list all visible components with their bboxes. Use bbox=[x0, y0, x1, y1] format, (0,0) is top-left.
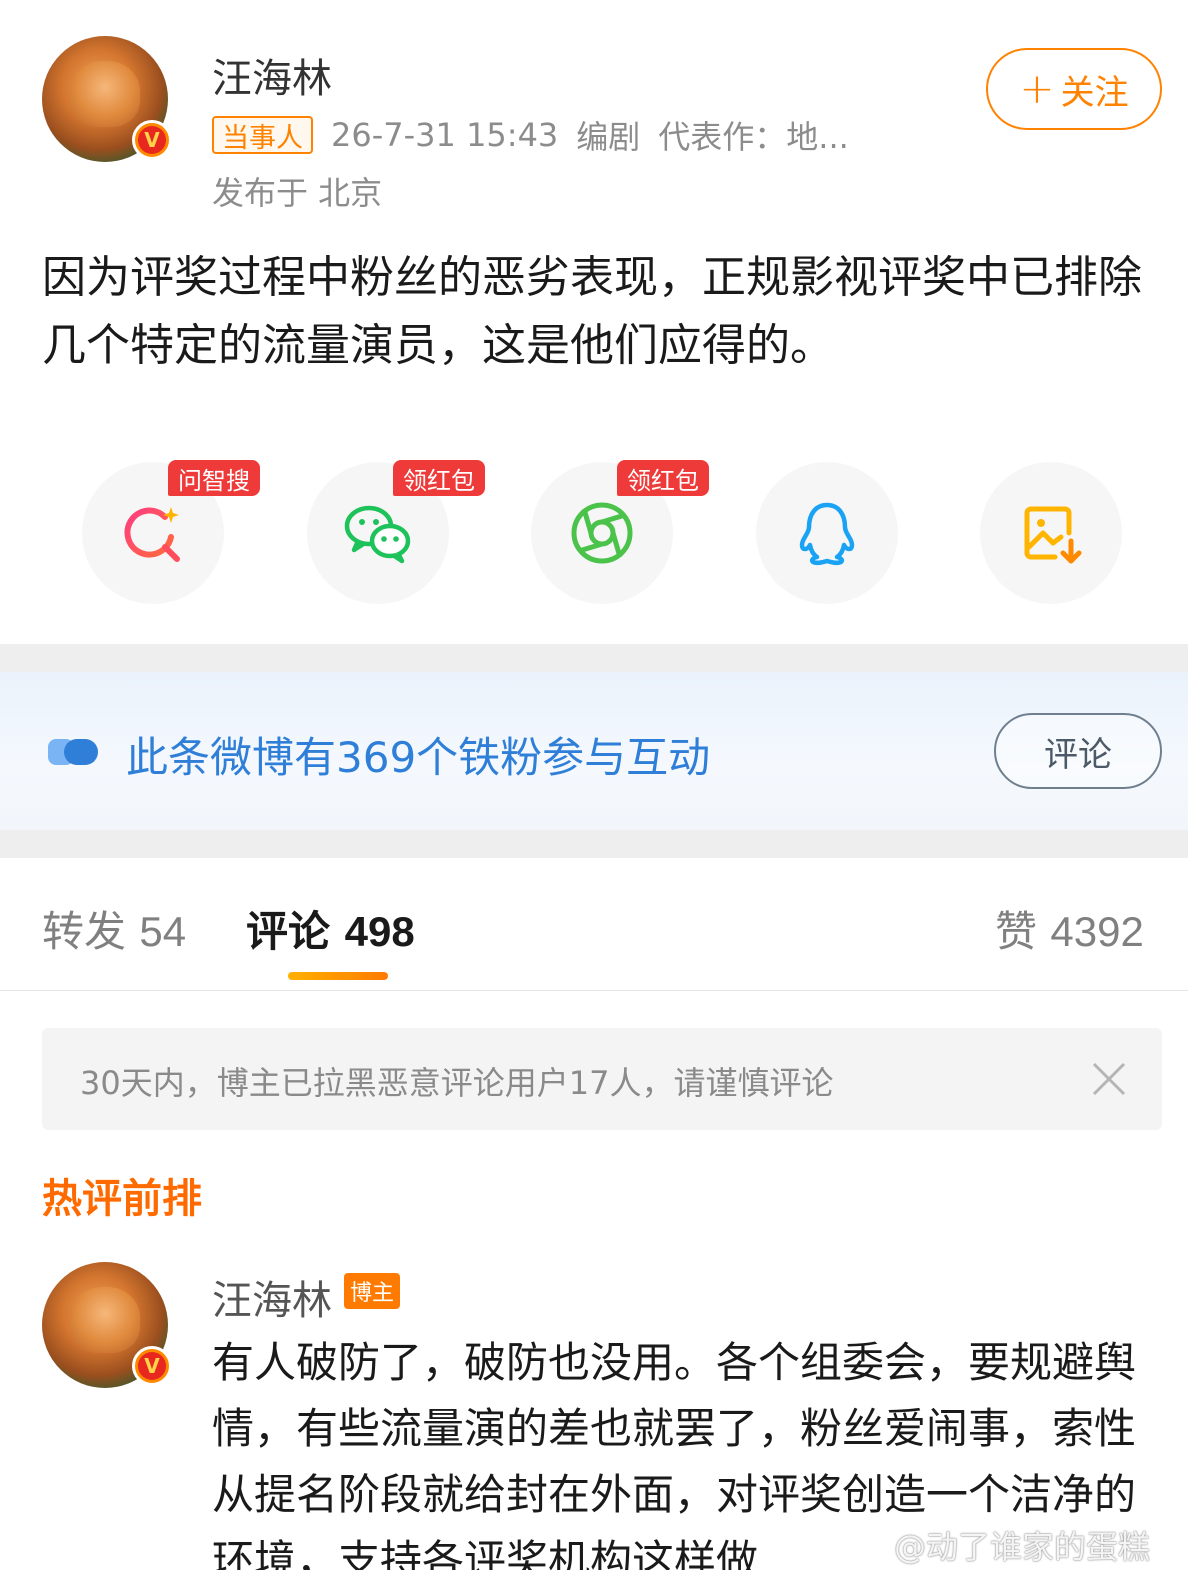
share-search-ai[interactable]: 问智搜 bbox=[82, 460, 260, 604]
fans-comment-button[interactable]: 评论 bbox=[994, 713, 1162, 789]
tab-like[interactable]: 赞 4392 bbox=[995, 898, 1144, 959]
fans-icon bbox=[48, 739, 98, 765]
close-icon[interactable] bbox=[1090, 1060, 1128, 1098]
save-image-icon bbox=[1024, 506, 1082, 564]
cat-face bbox=[69, 1287, 141, 1353]
hot-comments-title: 热评前排 bbox=[42, 1176, 202, 1222]
comment-author[interactable]: 汪海林 bbox=[212, 1268, 332, 1326]
plus-icon: + bbox=[1019, 64, 1055, 113]
post-time: 26-7-31 15:43 bbox=[331, 116, 559, 154]
cat-face bbox=[69, 61, 141, 127]
tab-label: 转发 bbox=[42, 907, 127, 956]
search-ai-icon bbox=[124, 507, 180, 562]
fans-interaction-text[interactable]: 此条微博有369个铁粉参与互动 bbox=[126, 724, 710, 785]
section-divider bbox=[0, 830, 1188, 858]
author-name[interactable]: 汪海林 bbox=[212, 46, 332, 104]
qq-icon bbox=[799, 502, 855, 566]
active-tab-indicator bbox=[288, 972, 388, 980]
tab-count: 54 bbox=[139, 908, 187, 955]
verified-icon: V bbox=[132, 120, 172, 160]
tab-comment[interactable]: 评论 498 bbox=[246, 898, 415, 959]
author-profession: 编剧 bbox=[576, 118, 641, 156]
follow-label: 关注 bbox=[1060, 72, 1129, 113]
tab-label: 赞 bbox=[995, 907, 1038, 956]
tab-repost[interactable]: 转发 54 bbox=[42, 898, 186, 959]
party-tag: 当事人 bbox=[212, 116, 313, 154]
share-badge: 领红包 bbox=[393, 460, 485, 496]
wechat-icon bbox=[344, 505, 411, 564]
tab-count: 498 bbox=[344, 908, 415, 955]
verified-icon: V bbox=[132, 1346, 172, 1386]
moments-icon bbox=[571, 502, 633, 564]
tab-count: 4392 bbox=[1050, 908, 1144, 955]
share-badge: 领红包 bbox=[617, 460, 709, 496]
author-avatar[interactable]: V bbox=[42, 36, 172, 162]
post-meta: 当事人 26-7-31 15:43 编剧 代表作：地... bbox=[212, 114, 849, 156]
watermark: @动了谁家的蛋糕 bbox=[894, 1528, 1151, 1566]
tab-label: 评论 bbox=[246, 907, 331, 956]
author-representative-work: 代表作：地... bbox=[658, 118, 849, 156]
share-save-image[interactable] bbox=[980, 462, 1122, 604]
share-moments[interactable]: 领红包 bbox=[531, 460, 709, 604]
post-location: 发布于 北京 bbox=[212, 174, 383, 212]
section-divider bbox=[0, 644, 1188, 672]
share-wechat[interactable]: 领红包 bbox=[307, 460, 485, 604]
share-badge: 问智搜 bbox=[168, 460, 260, 496]
share-qq[interactable] bbox=[756, 462, 898, 604]
block-notice: 30天内，博主已拉黑恶意评论用户17人，请谨慎评论 bbox=[42, 1028, 1162, 1130]
notice-text: 30天内，博主已拉黑恶意评论用户17人，请谨慎评论 bbox=[80, 1064, 834, 1102]
tab-separator bbox=[0, 990, 1188, 991]
comment-avatar[interactable]: V bbox=[42, 1262, 172, 1388]
post-body: 因为评奖过程中粉丝的恶劣表现，正规影视评奖中已排除几个特定的流量演员，这是他们应… bbox=[42, 252, 1142, 371]
follow-button[interactable]: + 关注 bbox=[986, 48, 1162, 130]
blogger-badge: 博主 bbox=[344, 1273, 401, 1309]
